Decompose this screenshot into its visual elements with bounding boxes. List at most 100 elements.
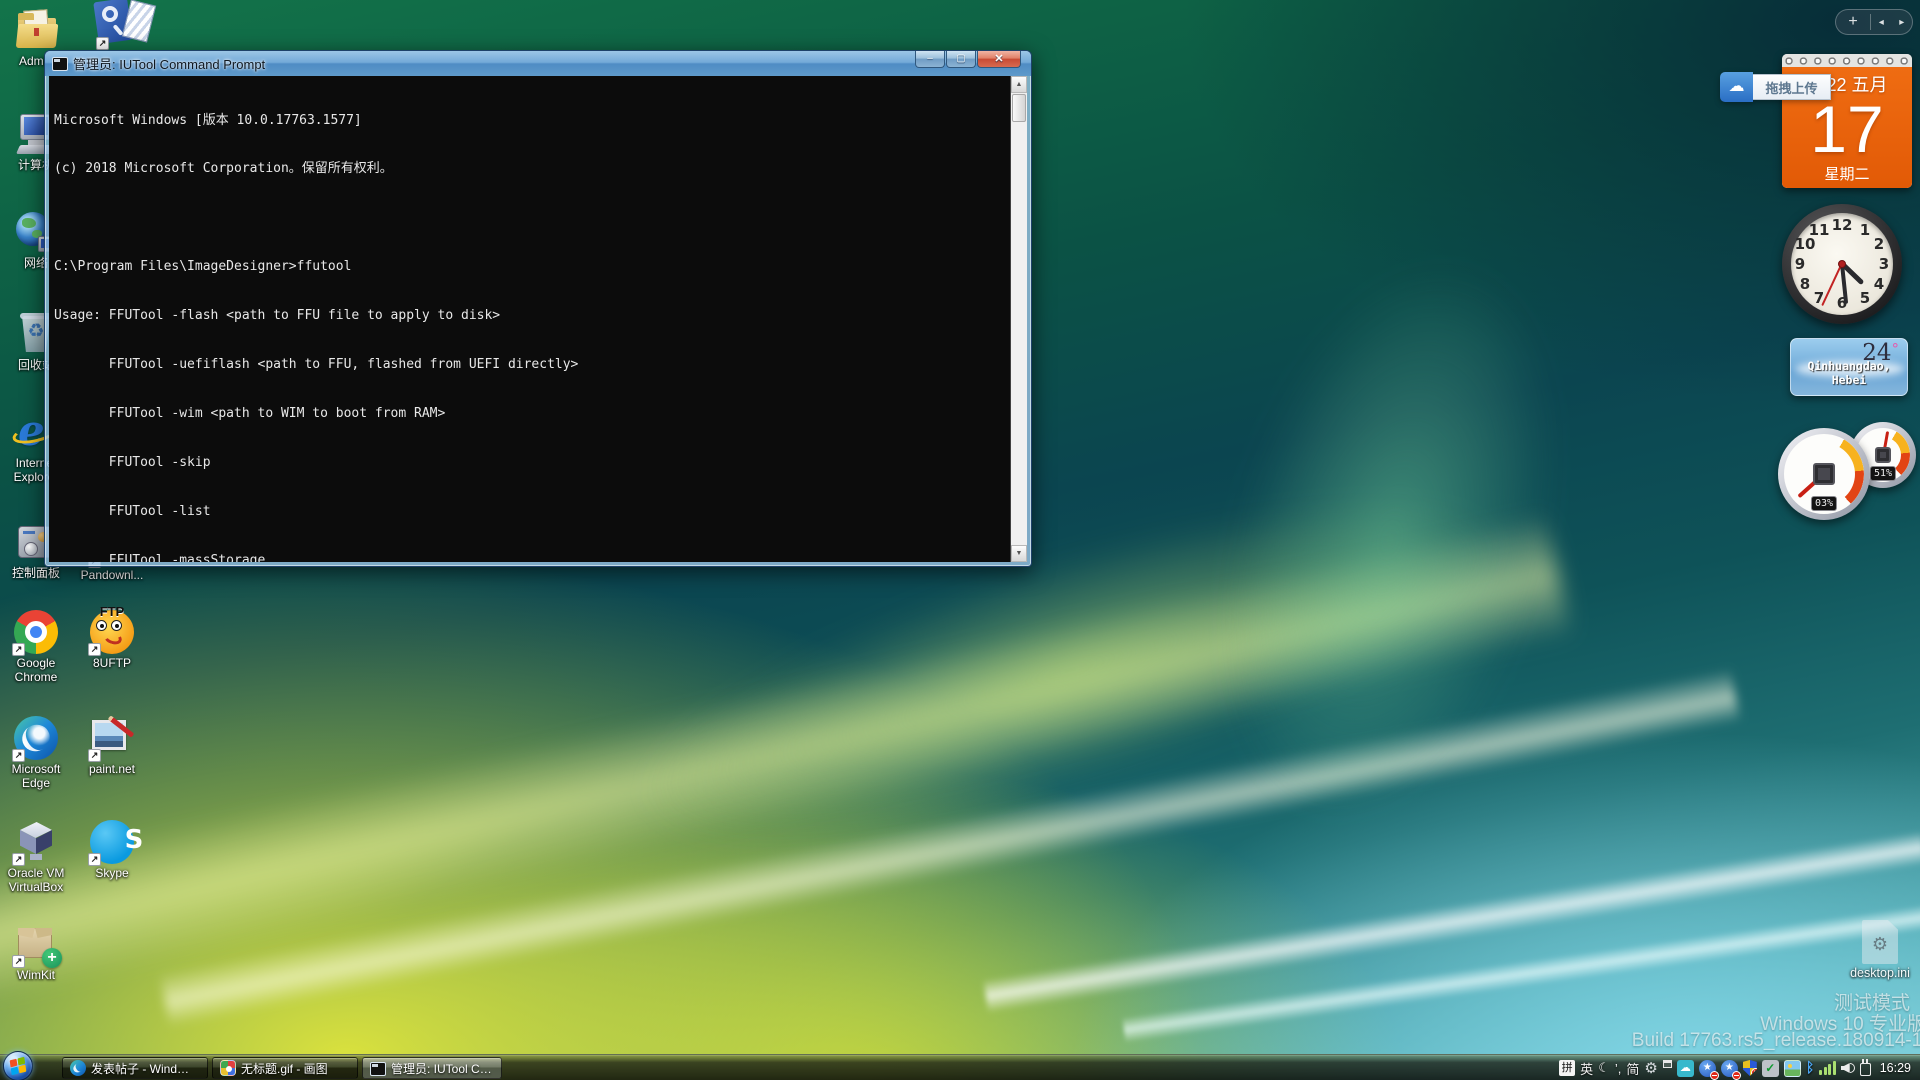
taskbar-task-command-prompt[interactable]: 管理员: IUTool Co... — [362, 1057, 502, 1079]
upload-label: 拖拽上传 — [1753, 74, 1831, 100]
wallpaper-streak — [0, 510, 1573, 1020]
console-output[interactable]: Microsoft Windows [版本 10.0.17763.1577] (… — [49, 76, 1027, 562]
calendar-day: 17 — [1810, 92, 1884, 166]
taskbar-clock[interactable]: 16:29 — [1876, 1061, 1915, 1075]
console-line: (c) 2018 Microsoft Corporation。保留所有权利。 — [54, 161, 393, 177]
disconnected-badge — [1731, 1070, 1741, 1080]
clock-number: 9 — [1794, 255, 1806, 273]
weather-location: Qinhuangdao, Hebei — [1807, 359, 1891, 387]
scroll-up-button[interactable]: ▲ — [1011, 76, 1027, 93]
bluetooth-icon[interactable]: ᛒ — [1806, 1060, 1814, 1076]
clock-number: 2 — [1873, 235, 1885, 253]
desktop-icon-wimkit[interactable]: + ↗ WimKit — [4, 922, 68, 982]
desktop-icon-microsoft-edge[interactable]: ↗ Microsoft Edge — [4, 716, 68, 790]
console-line: FFUTool -skip — [54, 454, 211, 470]
security-shield-tray-icon[interactable]: ✕ — [1742, 1060, 1757, 1076]
start-button[interactable] — [3, 1051, 33, 1080]
gadget-sidebar-toolbar[interactable]: + ◂ ▸ — [1835, 9, 1913, 35]
clock-gadget[interactable]: 1 2 3 4 5 6 7 8 9 10 11 12 — [1782, 204, 1902, 324]
icon-label: WimKit — [17, 968, 55, 982]
scrollbar-thumb[interactable] — [1012, 94, 1026, 122]
console-line: FFUTool -list — [54, 503, 211, 519]
system-tray: 拼 英 ☾ ’, 简 ⚙ ☁ ★ ★ ✕ ✓ ᛒ 16:29 — [1559, 1055, 1918, 1080]
console-line: C:\Program Files\ImageDesigner>ffutool — [54, 259, 352, 275]
ime-settings-gear-icon[interactable]: ⚙ — [1644, 1059, 1657, 1077]
cloud-sync-tray-icon[interactable]: ☁ — [1676, 1059, 1694, 1077]
virtualbox-icon: ↗ — [12, 820, 58, 866]
ini-file-icon: ⚙ — [1862, 920, 1898, 964]
console-scrollbar[interactable]: ▲ ▼ — [1010, 76, 1027, 562]
window-title: 管理员: IUTool Command Prompt — [73, 57, 266, 72]
desktop-icon-8uftp[interactable]: FTP ↗ 8UFTP — [80, 604, 144, 670]
clock-number: 4 — [1873, 275, 1885, 293]
folder-icon — [15, 9, 59, 50]
icon-label: paint.net — [88, 762, 136, 776]
maximize-button[interactable]: ▢ — [946, 51, 976, 68]
console-line: FFUTool -wim <path to WIM to boot from R… — [54, 405, 446, 421]
cloud-upload-icon[interactable]: ☁ — [1720, 72, 1753, 102]
console-line: Usage: FFUTool -flash <path to FFU file … — [54, 308, 501, 324]
previous-page-button[interactable]: ◂ — [1871, 17, 1892, 28]
next-page-button[interactable]: ▸ — [1892, 17, 1913, 28]
add-gadget-button[interactable]: + — [1836, 10, 1870, 34]
ime-language-indicator[interactable]: 英 — [1580, 1059, 1593, 1078]
scrollbar-track[interactable] — [1011, 123, 1027, 545]
netdisk-tray-icon-2[interactable]: ★ — [1720, 1059, 1741, 1080]
cpu-chip-icon — [1813, 463, 1835, 485]
clock-face: 1 2 3 4 5 6 7 8 9 10 11 12 — [1791, 213, 1893, 315]
ime-punctuation-icon[interactable]: ’, — [1615, 1061, 1622, 1076]
cmd-icon — [370, 1061, 386, 1076]
desktop-icon-skype[interactable]: S ↗ Skype — [80, 820, 144, 880]
watermark-build: Build 17763.rs5_release.180914-1434 — [1631, 1030, 1920, 1051]
desktop-icon-desktop-ini[interactable]: ⚙ desktop.ini — [1838, 920, 1920, 980]
cpu-meter-gadget[interactable]: 03% — [1778, 428, 1870, 520]
taskbar-task-browser[interactable]: 发表帖子 - Window... — [62, 1057, 208, 1079]
scroll-down-button[interactable]: ▼ — [1011, 545, 1027, 562]
shortcut-arrow-icon: ↗ — [12, 643, 25, 656]
volume-icon[interactable] — [1840, 1061, 1855, 1075]
wallpaper-streak — [159, 667, 1741, 1028]
ram-chip-icon — [1875, 447, 1891, 463]
icon-label: 8UFTP — [92, 656, 131, 670]
clock-number: 3 — [1878, 255, 1890, 273]
power-plug-icon[interactable] — [1859, 1058, 1871, 1076]
ime-fullwidth-moon-icon[interactable]: ☾ — [1598, 1060, 1610, 1076]
alert-badge: ✕ — [1750, 1068, 1757, 1076]
windows-logo-icon — [9, 1056, 27, 1076]
desktop-icon-google-chrome[interactable]: ↗ Google Chrome — [4, 610, 68, 684]
clock-number: 12 — [1831, 216, 1853, 234]
paint-icon — [220, 1060, 236, 1076]
weather-gadget[interactable]: 24° Qinhuangdao, Hebei — [1790, 338, 1908, 396]
clock-center-cap — [1838, 260, 1846, 268]
desktop-icon-paint-net[interactable]: ↗ paint.net — [80, 715, 144, 776]
netdisk-tray-icon-1[interactable]: ★ — [1698, 1059, 1719, 1080]
taskbar: 发表帖子 - Window... 无标题.gif - 画图 管理员: IUToo… — [0, 1051, 1920, 1080]
ime-pinyin-indicator[interactable]: 拼 — [1559, 1060, 1576, 1076]
clock-number: 8 — [1799, 275, 1811, 293]
close-button[interactable]: ✕ — [977, 51, 1021, 68]
shortcut-arrow-icon: ↗ — [88, 643, 101, 656]
icon-label: desktop.ini — [1850, 966, 1910, 980]
drag-upload-widget[interactable]: ☁ 拖拽上传 — [1720, 72, 1831, 102]
icon-label: Skype — [95, 866, 129, 880]
shortcut-arrow-icon: ↗ — [88, 853, 101, 866]
window-titlebar[interactable]: 管理员: IUTool Command Prompt – ▢ ✕ — [45, 51, 1031, 76]
desktop-icon-virtualbox[interactable]: ↗ Oracle VM VirtualBox — [4, 820, 68, 894]
taskbar-task-paint[interactable]: 无标题.gif - 画图 — [212, 1057, 358, 1079]
desktop-icon-document-search[interactable]: ↗ — [92, 0, 157, 50]
minimize-button[interactable]: – — [915, 51, 945, 68]
network-signal-icon[interactable] — [1819, 1061, 1836, 1075]
language-bar-restore-icon[interactable] — [1662, 1060, 1672, 1068]
disconnected-badge — [1709, 1070, 1719, 1080]
wallpaper-streak — [1168, 229, 1612, 851]
wallpaper-streak — [983, 830, 1920, 1014]
antivirus-tray-icon[interactable]: ✓ — [1761, 1059, 1779, 1077]
icon-label: Google Chrome — [14, 656, 58, 684]
photos-tray-icon[interactable] — [1783, 1059, 1801, 1077]
shortcut-arrow-icon: ↗ — [12, 955, 25, 968]
icon-label: Microsoft Edge — [11, 762, 61, 790]
ime-charset-indicator[interactable]: 简 — [1626, 1059, 1639, 1078]
cpu-usage-readout: 03% — [1810, 496, 1838, 511]
calendar-weekday: 星期二 — [1824, 166, 1870, 183]
